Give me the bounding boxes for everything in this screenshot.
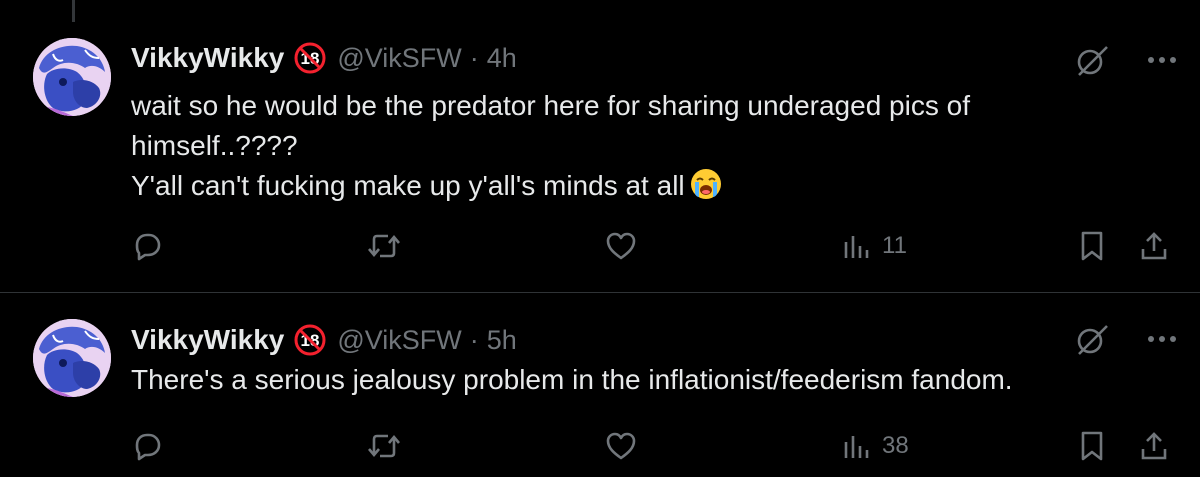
views-button[interactable]: 38: [842, 426, 909, 466]
tweet-line: himself..????: [131, 130, 298, 161]
more-icon[interactable]: [1144, 42, 1180, 78]
tweet[interactable]: VikkyWikky 18 @VikSFW · 5h: [0, 293, 1200, 477]
author-name[interactable]: VikkyWikky: [131, 324, 284, 356]
tweet-text: There's a serious jealousy problem in th…: [131, 360, 1171, 400]
tweet[interactable]: VikkyWikky 18 @VikSFW · 4h: [0, 0, 1200, 292]
tweet-text: wait so he would be the predator here fo…: [131, 86, 1171, 206]
view-count: 11: [882, 232, 907, 259]
bookmark-icon[interactable]: [1078, 226, 1106, 266]
author-handle[interactable]: @VikSFW: [337, 43, 461, 74]
share-icon[interactable]: [1138, 226, 1170, 266]
reply-icon[interactable]: [131, 226, 163, 266]
grok-icon[interactable]: [1074, 42, 1110, 78]
timestamp[interactable]: 4h: [487, 43, 517, 74]
separator-dot: ·: [469, 324, 479, 355]
retweet-icon[interactable]: [366, 226, 402, 266]
reply-icon[interactable]: [131, 426, 163, 466]
more-icon[interactable]: [1144, 321, 1180, 357]
heart-icon[interactable]: [604, 226, 638, 266]
no-18-icon: 18: [294, 42, 326, 74]
tweet-actions: 11: [0, 226, 1200, 266]
separator-dot: ·: [469, 42, 479, 73]
bookmark-icon[interactable]: [1078, 426, 1106, 466]
grok-icon[interactable]: [1074, 321, 1110, 357]
tweet-line: wait so he would be the predator here fo…: [131, 90, 970, 121]
views-icon: [842, 230, 872, 262]
timeline: VikkyWikky 18 @VikSFW · 4h: [0, 0, 1200, 477]
tweet-top-actions: [1074, 42, 1180, 78]
tweet-header: VikkyWikky 18 @VikSFW · 4h: [131, 38, 517, 78]
share-icon[interactable]: [1138, 426, 1170, 466]
tweet-top-actions: [1074, 321, 1180, 357]
avatar[interactable]: [33, 319, 111, 397]
tweet-line-with-emoji: Y'all can't fucking make up y'all's mind…: [131, 166, 1171, 206]
views-button[interactable]: 11: [842, 226, 907, 266]
author-handle[interactable]: @VikSFW: [337, 325, 461, 356]
retweet-icon[interactable]: [366, 426, 402, 466]
tweet-actions: 38: [0, 426, 1200, 466]
no-18-icon: 18: [294, 324, 326, 356]
heart-icon[interactable]: [604, 426, 638, 466]
loudly-crying-face-icon: [689, 167, 723, 201]
avatar[interactable]: [33, 38, 111, 116]
author-name[interactable]: VikkyWikky: [131, 42, 284, 74]
tweet-line: There's a serious jealousy problem in th…: [131, 364, 1013, 395]
tweet-header: VikkyWikky 18 @VikSFW · 5h: [131, 320, 517, 360]
timestamp[interactable]: 5h: [487, 325, 517, 356]
tweet-line: Y'all can't fucking make up y'all's mind…: [131, 170, 685, 201]
views-icon: [842, 430, 872, 462]
view-count: 38: [882, 432, 909, 459]
